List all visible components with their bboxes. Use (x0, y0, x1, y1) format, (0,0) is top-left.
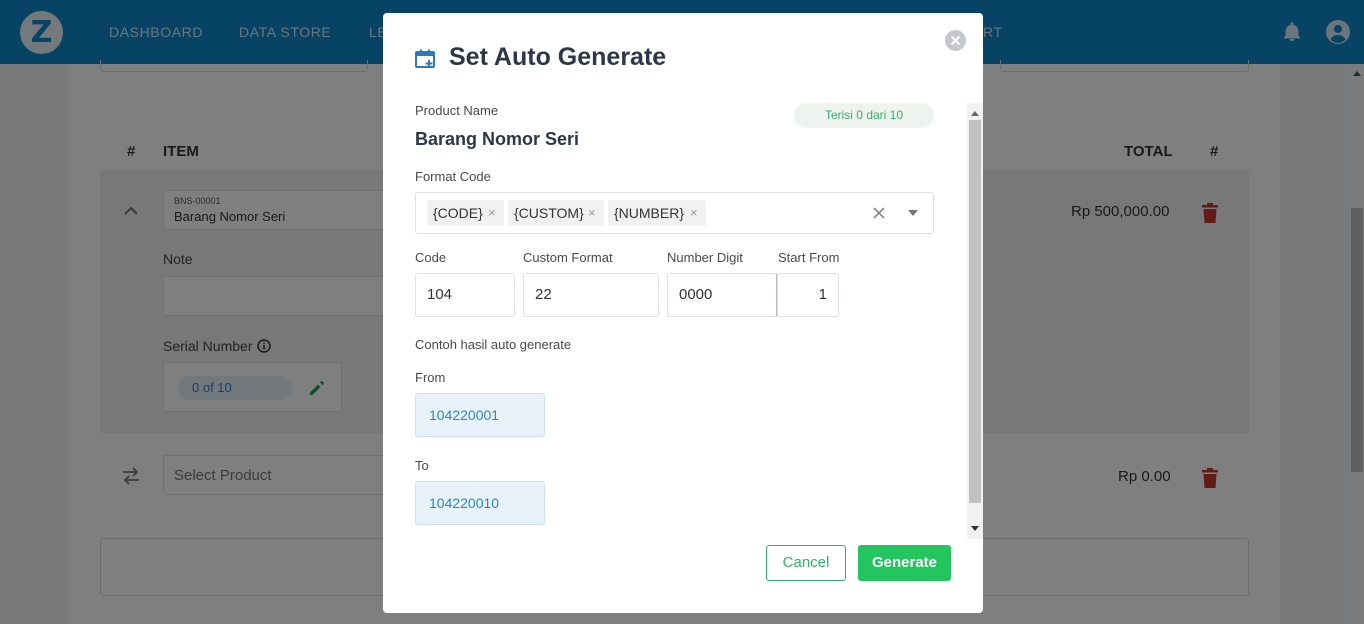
product-name-label: Product Name (415, 103, 499, 118)
code-label: Code (415, 250, 447, 265)
chip-label: {CUSTOM} (514, 205, 584, 221)
format-chip-custom: {CUSTOM} × (508, 200, 604, 226)
close-icon (950, 35, 961, 46)
clear-icon[interactable] (872, 206, 886, 220)
filled-count-badge: Terisi 0 dari 10 (794, 103, 934, 128)
calendar-add-icon (415, 49, 435, 68)
chip-label: {CODE} (433, 205, 483, 221)
format-chip-code: {CODE} × (427, 200, 504, 226)
modal-title: Set Auto Generate (449, 43, 667, 71)
code-input[interactable]: 104 (415, 273, 515, 317)
chip-remove-icon[interactable]: × (588, 200, 596, 226)
from-label: From (415, 370, 446, 385)
auto-generate-modal: Set Auto Generate Product Name Barang No… (383, 13, 983, 613)
example-label: Contoh hasil auto generate (415, 337, 572, 352)
format-code-label: Format Code (415, 169, 491, 184)
scroll-up-arrow-icon[interactable] (971, 110, 979, 116)
to-value: 104220010 (415, 481, 545, 525)
start-from-label: Start From (778, 250, 840, 265)
from-value: 104220001 (415, 393, 545, 437)
chip-label: {NUMBER} (614, 205, 685, 221)
product-name: Barang Nomor Seri (415, 129, 580, 149)
to-label: To (415, 458, 429, 473)
close-button[interactable] (945, 30, 966, 51)
number-digit-label: Number Digit (667, 250, 743, 265)
cancel-button[interactable]: Cancel (766, 545, 846, 581)
format-chip-number: {NUMBER} × (608, 200, 706, 226)
start-from-input[interactable]: 1 (777, 273, 839, 317)
format-code-multiselect[interactable]: {CODE} × {CUSTOM} × {NUMBER} × (415, 192, 934, 234)
custom-format-label: Custom Format (523, 250, 613, 265)
modal-scrollbar-thumb[interactable] (969, 120, 981, 503)
custom-format-input[interactable]: 22 (523, 273, 659, 317)
chip-remove-icon[interactable]: × (690, 200, 698, 226)
generate-button[interactable]: Generate (858, 545, 951, 581)
chip-remove-icon[interactable]: × (488, 200, 496, 226)
chevron-down-icon[interactable] (908, 210, 918, 216)
modal-body: Product Name Barang Nomor Seri Terisi 0 … (415, 103, 983, 539)
number-digit-input[interactable]: 0000 (667, 273, 778, 317)
scroll-down-arrow-icon[interactable] (971, 526, 979, 532)
